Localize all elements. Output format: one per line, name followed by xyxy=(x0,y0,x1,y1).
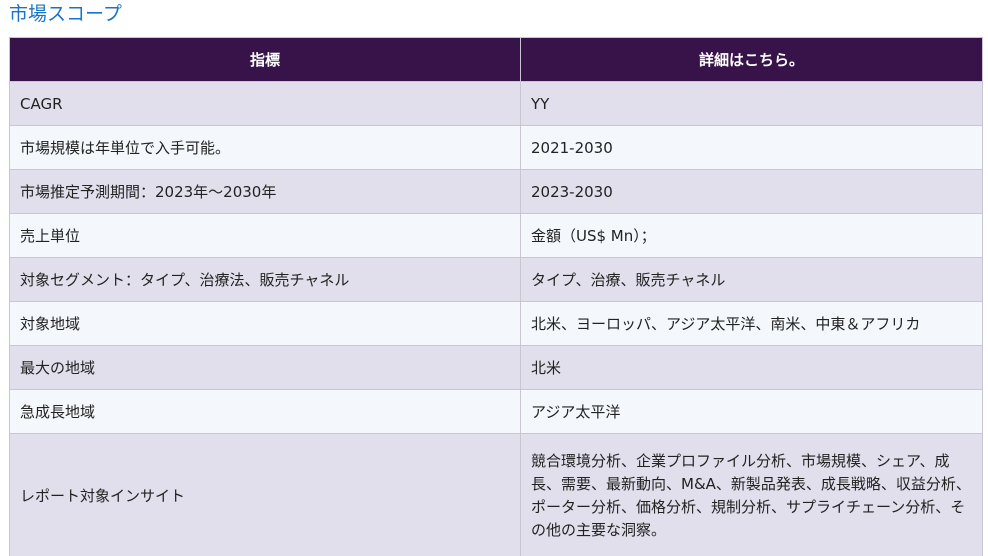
table-row: 市場推定予測期間：2023年～2030年 2023-2030 xyxy=(9,169,983,214)
row-value: 北米、ヨーロッパ、アジア太平洋、南米、中東＆アフリカ xyxy=(520,301,983,346)
table-row: 市場規模は年単位で入手可能。 2021-2030 xyxy=(9,125,983,170)
table-header-row: 指標 詳細はこちら。 xyxy=(9,37,983,82)
row-label: 市場規模は年単位で入手可能。 xyxy=(9,125,521,170)
column-header-metric: 指標 xyxy=(9,37,521,82)
table-row: 急成長地域 アジア太平洋 xyxy=(9,389,983,434)
row-value: YY xyxy=(520,81,983,126)
row-label: 売上単位 xyxy=(9,213,521,258)
row-value: 2021-2030 xyxy=(520,125,983,170)
section-title: 市場スコープ xyxy=(9,3,122,25)
row-label: 急成長地域 xyxy=(9,389,521,434)
row-label: 市場推定予測期間：2023年～2030年 xyxy=(9,169,521,214)
page: 市場スコープ 指標 詳細はこちら。 CAGR YY 市場規模は年単位で入手可能。… xyxy=(0,0,988,556)
row-label: 対象地域 xyxy=(9,301,521,346)
row-value: 北米 xyxy=(520,345,983,390)
market-scope-table: 指標 詳細はこちら。 CAGR YY 市場規模は年単位で入手可能。 2021-2… xyxy=(9,37,983,556)
column-header-details: 詳細はこちら。 xyxy=(520,37,983,82)
table-row: 対象地域 北米、ヨーロッパ、アジア太平洋、南米、中東＆アフリカ xyxy=(9,301,983,346)
table-row: CAGR YY xyxy=(9,81,983,126)
row-value: 競合環境分析、企業プロファイル分析、市場規模、シェア、成長、需要、最新動向、M&… xyxy=(520,433,983,556)
table-row: 売上単位 金額（US$ Mn）； xyxy=(9,213,983,258)
row-label: CAGR xyxy=(9,81,521,126)
table-row: 対象セグメント：タイプ、治療法、販売チャネル タイプ、治療、販売チャネル xyxy=(9,257,983,302)
row-value: タイプ、治療、販売チャネル xyxy=(520,257,983,302)
row-label: 最大の地域 xyxy=(9,345,521,390)
row-value: 2023-2030 xyxy=(520,169,983,214)
table-row: 最大の地域 北米 xyxy=(9,345,983,390)
row-value: 金額（US$ Mn）； xyxy=(520,213,983,258)
row-label: レポート対象インサイト xyxy=(9,433,521,556)
row-label: 対象セグメント：タイプ、治療法、販売チャネル xyxy=(9,257,521,302)
table-row: レポート対象インサイト 競合環境分析、企業プロファイル分析、市場規模、シェア、成… xyxy=(9,433,983,556)
row-value: アジア太平洋 xyxy=(520,389,983,434)
